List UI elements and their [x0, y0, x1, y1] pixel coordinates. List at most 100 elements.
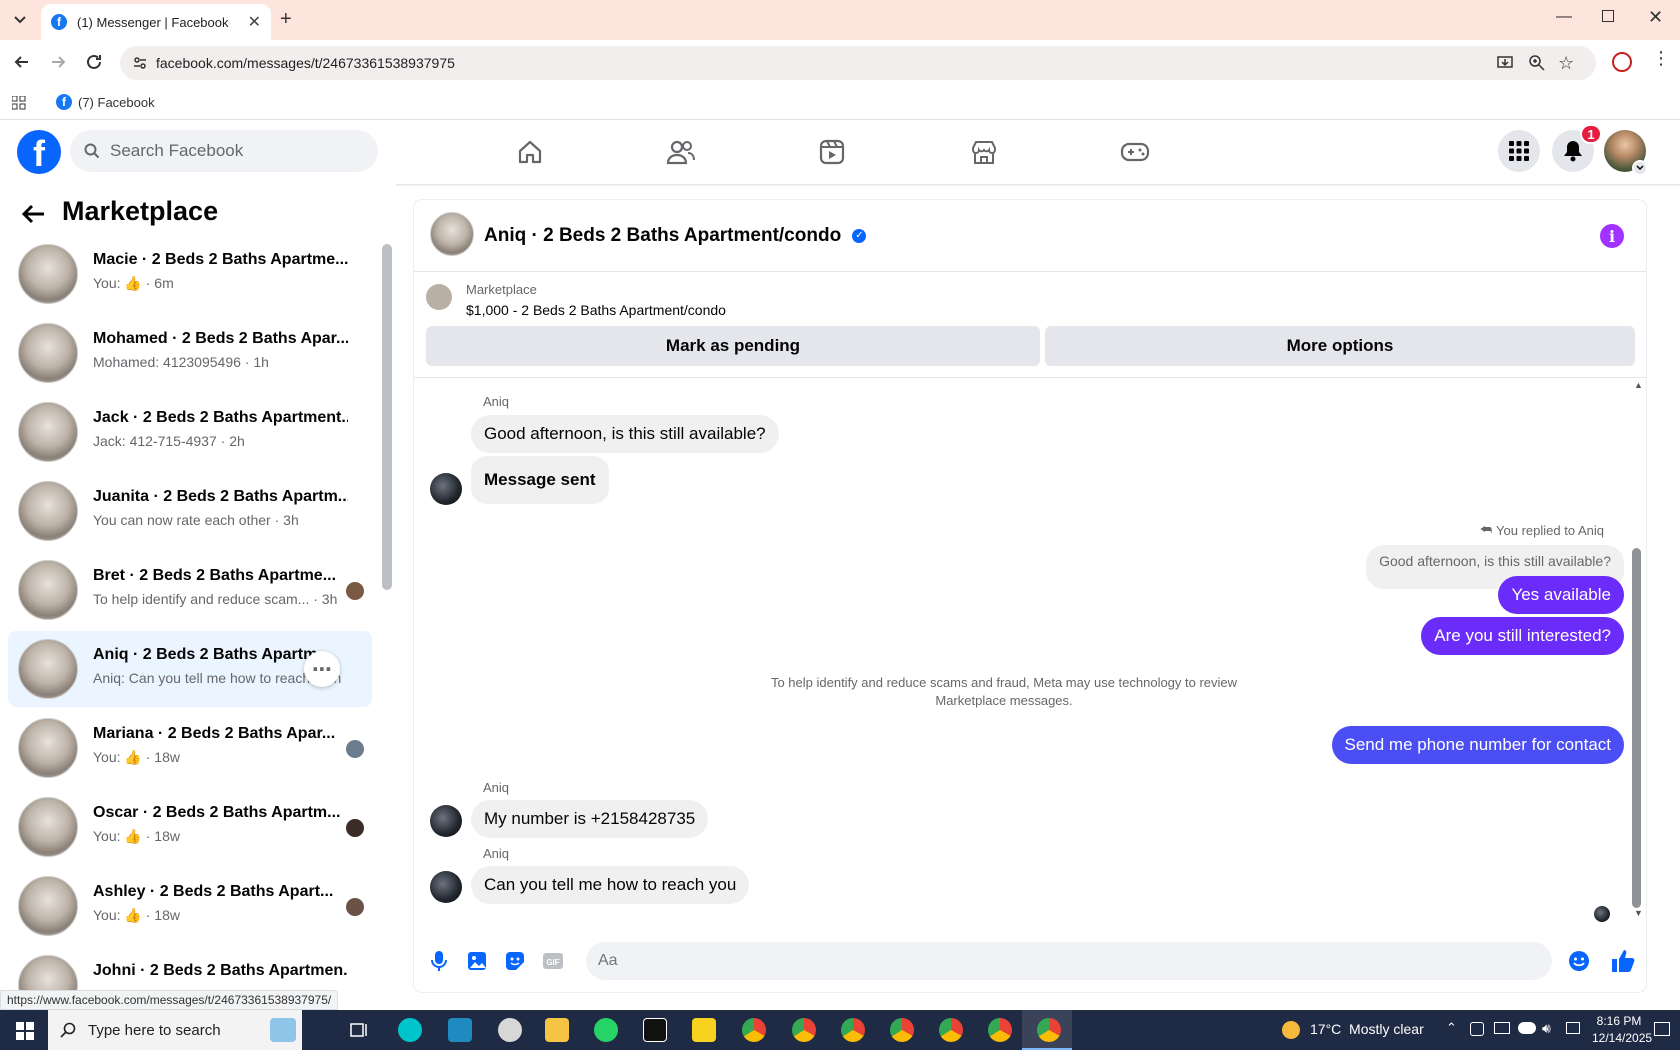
forward-icon[interactable]: [48, 52, 68, 72]
conversation-item[interactable]: Juanita · 2 Beds 2 Baths Apartm... You c…: [8, 473, 372, 549]
outgoing-message[interactable]: Send me phone number for contact: [1331, 726, 1624, 764]
app-icon[interactable]: [498, 1018, 522, 1042]
tray-app-icon[interactable]: [1470, 1022, 1484, 1036]
back-icon[interactable]: [12, 52, 32, 72]
more-options-dots-icon[interactable]: ⋯: [304, 651, 340, 687]
volume-icon[interactable]: 🔊︎: [1542, 1020, 1551, 1037]
conversation-item[interactable]: Jack · 2 Beds 2 Baths Apartment... Jack:…: [8, 394, 372, 470]
onedrive-icon[interactable]: [1518, 1022, 1536, 1034]
marketplace-icon[interactable]: [964, 132, 1004, 172]
chrome-icon[interactable]: [792, 1018, 816, 1042]
listing-thumbnail: [18, 718, 78, 778]
sidebar-title: Marketplace: [62, 196, 219, 226]
incoming-message[interactable]: Good afternoon, is this still available?: [471, 415, 779, 453]
sidebar-scrollbar[interactable]: [382, 244, 392, 590]
gif-icon[interactable]: GIF: [542, 950, 564, 972]
incoming-message[interactable]: Can you tell me how to reach you: [471, 866, 750, 904]
sender-avatar[interactable]: [430, 805, 462, 837]
chrome-icon[interactable]: [742, 1018, 766, 1042]
outgoing-message[interactable]: Yes available: [1498, 576, 1624, 614]
listing-thumbnail: [18, 797, 78, 857]
listing-thumbnail: [18, 481, 78, 541]
reload-icon[interactable]: [84, 52, 104, 72]
new-tab-icon[interactable]: +: [280, 8, 292, 31]
friends-icon[interactable]: [661, 132, 701, 172]
gaming-icon[interactable]: [1115, 132, 1155, 172]
taskbar-search-box[interactable]: Type here to search: [48, 1010, 302, 1050]
conversation-item[interactable]: Mohamed · 2 Beds 2 Baths Apar... Mohamed…: [8, 315, 372, 391]
message-input[interactable]: [586, 942, 1552, 980]
home-icon[interactable]: [510, 132, 550, 172]
conversation-preview: To help identify and reduce scam... · 3h: [93, 591, 338, 607]
address-toolbar: facebook.com/messages/t/2467336153893797…: [0, 40, 1680, 86]
scroll-down-arrow-icon[interactable]: ▼: [1634, 908, 1643, 918]
site-info-icon[interactable]: [132, 55, 148, 71]
notification-center-icon[interactable]: [1654, 1022, 1670, 1036]
chat-title[interactable]: Aniq · 2 Beds 2 Baths Apartment/condo ✓: [484, 225, 867, 247]
chat-avatar[interactable]: [430, 212, 474, 256]
whatsapp-icon[interactable]: [594, 1018, 618, 1042]
conversation-item[interactable]: Bret · 2 Beds 2 Baths Apartme... To help…: [8, 552, 372, 628]
outgoing-message[interactable]: Are you still interested?: [1421, 617, 1624, 655]
conversation-item[interactable]: Oscar · 2 Beds 2 Baths Apartm... You: 👍 …: [8, 789, 372, 865]
conversation-item[interactable]: Ashley · 2 Beds 2 Baths Apart... You: 👍 …: [8, 868, 372, 944]
apps-grid-icon[interactable]: [12, 96, 26, 110]
incoming-message[interactable]: My number is +2158428735: [471, 800, 709, 838]
sender-avatar[interactable]: [430, 871, 462, 903]
menu-grid-icon[interactable]: [1498, 130, 1540, 172]
conversation-item-active[interactable]: Aniq · 2 Beds 2 Baths Apartm... Aniq: Ca…: [8, 631, 372, 707]
task-view-icon[interactable]: [350, 1021, 368, 1039]
account-chevron-icon[interactable]: [1632, 160, 1648, 176]
chrome-icon[interactable]: [890, 1018, 914, 1042]
mark-as-pending-button[interactable]: Mark as pending: [426, 326, 1040, 366]
capcut-icon[interactable]: [643, 1018, 667, 1042]
chrome-icon[interactable]: [939, 1018, 963, 1042]
microphone-icon[interactable]: [428, 950, 450, 972]
photo-icon[interactable]: [466, 950, 488, 972]
back-arrow-icon[interactable]: [22, 204, 46, 224]
scroll-up-arrow-icon[interactable]: ▲: [1634, 380, 1643, 390]
voice-app-icon[interactable]: [448, 1018, 472, 1042]
conversation-item[interactable]: Mariana · 2 Beds 2 Baths Apar... You: 👍 …: [8, 710, 372, 786]
bookmark-star-icon[interactable]: ☆: [1558, 53, 1574, 74]
zoom-icon[interactable]: [1528, 54, 1546, 72]
url-bar[interactable]: facebook.com/messages/t/2467336153893797…: [120, 46, 1596, 80]
browser-tab[interactable]: f (1) Messenger | Facebook ✕: [41, 4, 271, 40]
listing-title[interactable]: $1,000 - 2 Beds 2 Baths Apartment/condo: [466, 302, 726, 318]
canva-app-icon[interactable]: [398, 1018, 422, 1042]
sticky-notes-icon[interactable]: [692, 1018, 716, 1042]
search-facebook-input[interactable]: Search Facebook: [70, 130, 378, 172]
listing-thumbnail[interactable]: [426, 284, 452, 310]
bookmark-facebook[interactable]: f (7) Facebook: [56, 94, 155, 110]
windows-start-icon[interactable]: [16, 1022, 34, 1040]
emoji-icon[interactable]: [1568, 950, 1590, 972]
chrome-icon[interactable]: [1037, 1018, 1061, 1042]
restore-icon[interactable]: [1602, 10, 1614, 22]
facebook-logo-icon[interactable]: f: [17, 130, 61, 174]
tab-search-icon[interactable]: [10, 10, 30, 30]
incoming-message[interactable]: Message sent: [471, 456, 609, 504]
conversation-info-icon[interactable]: i: [1600, 224, 1624, 248]
weather-icon[interactable]: [1282, 1021, 1300, 1039]
close-window-icon[interactable]: ✕: [1648, 7, 1663, 28]
sticker-icon[interactable]: [504, 950, 526, 972]
chat-scrollbar[interactable]: [1632, 548, 1641, 908]
close-tab-icon[interactable]: ✕: [248, 12, 261, 32]
install-app-icon[interactable]: [1496, 54, 1514, 72]
chrome-icon[interactable]: [988, 1018, 1012, 1042]
more-options-button[interactable]: More options: [1045, 326, 1635, 366]
weather-text[interactable]: 17°C Mostly clear: [1310, 1021, 1424, 1037]
display-icon[interactable]: [1566, 1022, 1580, 1034]
sender-avatar[interactable]: [430, 473, 462, 505]
video-icon[interactable]: [812, 132, 852, 172]
profile-icon[interactable]: [1612, 52, 1632, 72]
chrome-menu-icon[interactable]: ⋮: [1652, 48, 1670, 69]
clock[interactable]: 8:16 PM 12/14/2025: [1592, 1013, 1652, 1047]
tray-chevron-icon[interactable]: ⌃: [1446, 1020, 1457, 1036]
chrome-icon[interactable]: [841, 1018, 865, 1042]
send-like-icon[interactable]: [1610, 948, 1636, 974]
minimize-icon[interactable]: —: [1556, 8, 1572, 26]
network-icon[interactable]: [1494, 1022, 1510, 1034]
conversation-item[interactable]: Macie · 2 Beds 2 Baths Apartme... You: 👍…: [8, 236, 372, 312]
file-explorer-icon[interactable]: [545, 1018, 569, 1042]
